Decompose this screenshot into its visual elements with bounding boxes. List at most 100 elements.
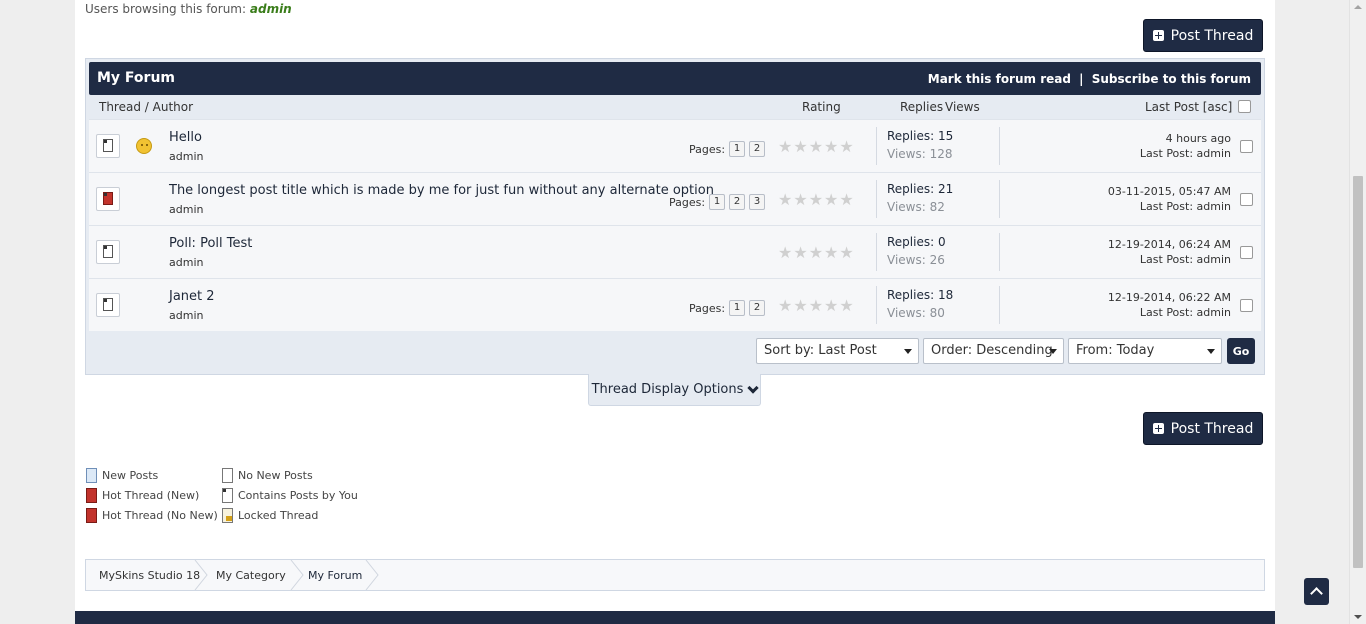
thread-author-link[interactable]: admin [169, 150, 203, 163]
select-all-checkbox[interactable] [1238, 100, 1251, 113]
page-link[interactable]: 2 [749, 141, 766, 157]
thread-display-options-toggle[interactable]: Thread Display Options [588, 374, 761, 406]
replies-count: Replies: 21 [887, 182, 954, 196]
page-link[interactable]: 1 [709, 194, 726, 210]
scroll-down-arrow-icon[interactable] [1354, 615, 1362, 619]
thread-select-checkbox[interactable] [1240, 246, 1253, 259]
replies-count: Replies: 18 [887, 288, 954, 302]
star-icon: ★ [808, 243, 824, 262]
dropdown-arrow-icon [1049, 349, 1057, 354]
thread-row: The longest post title which is made by … [89, 172, 1261, 225]
last-post-by[interactable]: Last Post: admin [1140, 200, 1231, 213]
star-icon: ★ [793, 190, 808, 209]
link-separator: | [1079, 72, 1084, 86]
legend-locked: Locked Thread [222, 508, 318, 523]
no-new-posts-icon [222, 468, 233, 483]
thread-select-checkbox[interactable] [1240, 193, 1253, 206]
pages-nav: Pages: 1 2 [689, 300, 766, 316]
locked-thread-icon [222, 508, 233, 523]
smiley-icon [136, 138, 152, 154]
from-select[interactable]: From: Today [1068, 338, 1222, 364]
chevron-down-icon [747, 381, 760, 394]
dropdown-arrow-icon [904, 349, 912, 354]
legend-label: Contains Posts by You [238, 489, 358, 502]
thread-author-link[interactable]: admin [169, 203, 203, 216]
last-post-date[interactable]: 12-19-2014, 06:22 AM [1108, 291, 1231, 304]
column-divider [876, 233, 877, 271]
last-post-by[interactable]: Last Post: admin [1140, 253, 1231, 266]
replies-count: Replies: 15 [887, 129, 954, 143]
legend-hot-new: Hot Thread (New) [86, 488, 199, 503]
breadcrumb-home[interactable]: MySkins Studio 18 [99, 569, 200, 582]
star-icon: ★ [839, 296, 854, 315]
page-link[interactable]: 1 [729, 141, 746, 157]
page-link[interactable]: 1 [729, 300, 746, 316]
forum-title: My Forum [97, 70, 176, 86]
plus-icon [1152, 30, 1164, 41]
column-divider [999, 127, 1000, 165]
breadcrumb-current: My Forum [308, 569, 363, 582]
breadcrumb-category[interactable]: My Category [216, 569, 286, 582]
thread-row: Janet 2 admin Pages: 1 2 ★ ★ ★ ★ ★ Replies: 18 View… [89, 278, 1261, 331]
thread-title-link[interactable]: Hello [169, 130, 202, 145]
thread-status-icon [96, 293, 120, 317]
post-thread-label: Post Thread [1170, 420, 1254, 437]
col-thread-author[interactable]: Thread / Author [99, 100, 193, 114]
pages-label: Pages: [689, 301, 726, 315]
last-post-date[interactable]: 4 hours ago [1166, 132, 1231, 145]
col-last-post[interactable]: Last Post [asc] [1145, 100, 1232, 114]
legend-label: Hot Thread (New) [102, 489, 200, 502]
sort-bar: Sort by: Last Post Order: Descending Fro… [86, 331, 1264, 374]
sort-by-value: Sort by: Last Post [764, 343, 877, 358]
page-link[interactable]: 2 [749, 300, 766, 316]
post-thread-button-top[interactable]: Post Thread [1143, 19, 1263, 52]
plus-icon [1152, 423, 1164, 434]
page-link[interactable]: 3 [749, 194, 766, 210]
breadcrumb-separator [290, 560, 304, 590]
post-thread-button-bottom[interactable]: Post Thread [1143, 412, 1263, 445]
last-post-date[interactable]: 12-19-2014, 06:24 AM [1108, 238, 1231, 251]
rating-stars: ★ ★ ★ ★ ★ [778, 298, 854, 314]
star-icon: ★ [824, 243, 839, 262]
column-divider [999, 233, 1000, 271]
star-icon: ★ [824, 137, 839, 156]
page-scrollbar[interactable] [1349, 0, 1366, 624]
col-rating[interactable]: Rating [802, 100, 841, 114]
star-icon: ★ [808, 296, 824, 315]
thread-author-link[interactable]: admin [169, 309, 203, 322]
star-icon: ★ [808, 190, 824, 209]
last-post-date[interactable]: 03-11-2015, 05:47 AM [1108, 185, 1231, 198]
thread-title-link[interactable]: Poll: Poll Test [169, 236, 252, 251]
last-post-by[interactable]: Last Post: admin [1140, 147, 1231, 160]
mark-forum-read-link[interactable]: Mark this forum read [928, 72, 1071, 86]
breadcrumb-separator [194, 560, 208, 590]
breadcrumb: MySkins Studio 18 My Category My Forum [85, 559, 1265, 591]
hot-thread-no-new-icon [86, 508, 97, 523]
order-select[interactable]: Order: Descending [923, 338, 1064, 364]
thread-select-checkbox[interactable] [1240, 299, 1253, 312]
browsing-user-link[interactable]: admin [250, 2, 292, 16]
page-link[interactable]: 2 [729, 194, 746, 210]
views-count: Views: 26 [887, 253, 945, 267]
star-icon: ★ [839, 137, 854, 156]
go-button[interactable]: Go [1227, 338, 1255, 364]
star-icon: ★ [793, 137, 808, 156]
star-icon: ★ [793, 296, 808, 315]
thread-select-checkbox[interactable] [1240, 140, 1253, 153]
sort-by-select[interactable]: Sort by: Last Post [756, 338, 919, 364]
thread-title-link[interactable]: Janet 2 [169, 289, 215, 304]
thread-title-link[interactable]: The longest post title which is made by … [169, 183, 714, 198]
browsing-label: Users browsing this forum: [85, 2, 247, 16]
hot-thread-icon [96, 187, 120, 211]
col-views[interactable]: Views [945, 100, 980, 114]
scrollbar-thumb[interactable] [1353, 176, 1363, 568]
contains-posts-by-you-icon [222, 488, 233, 503]
last-post-by[interactable]: Last Post: admin [1140, 306, 1231, 319]
thread-author-link[interactable]: admin [169, 256, 203, 269]
star-icon: ★ [778, 190, 793, 209]
scroll-up-arrow-icon[interactable] [1354, 5, 1362, 9]
breadcrumb-separator [365, 560, 379, 590]
scroll-to-top-button[interactable] [1304, 578, 1329, 605]
subscribe-forum-link[interactable]: Subscribe to this forum [1092, 72, 1251, 86]
col-replies[interactable]: Replies [900, 100, 943, 114]
